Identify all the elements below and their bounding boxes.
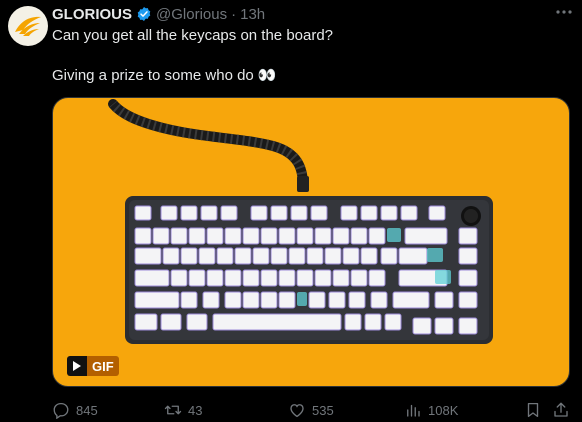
share-button[interactable] [552, 400, 570, 420]
views-icon [407, 404, 420, 417]
play-icon [67, 356, 87, 376]
share-icon [554, 402, 568, 417]
post-text-line-1: Can you get all the keycaps on the board… [52, 27, 334, 44]
post-text-line-2: Giving a prize to some who do 👀 [52, 67, 277, 84]
more-options-icon[interactable] [554, 4, 574, 20]
repost-icon [164, 405, 182, 415]
post-header: GLORIOUS @Glorious · 13h [52, 4, 574, 24]
reply-count: 845 [76, 402, 98, 418]
like-count: 535 [312, 402, 334, 418]
gif-badge[interactable]: GIF [67, 356, 119, 376]
views-count: 108K [428, 402, 459, 418]
post-time[interactable]: 13h [240, 6, 265, 23]
gif-label: GIF [87, 356, 119, 376]
post-media-gif[interactable]: GIF [52, 97, 570, 387]
action-bar: 845 43 535 108K [52, 400, 572, 420]
author-name[interactable]: GLORIOUS [52, 6, 132, 23]
author-handle[interactable]: @Glorious [156, 6, 227, 23]
bookmark-icon [527, 402, 539, 418]
reply-button[interactable]: 845 [52, 400, 98, 420]
like-button[interactable]: 535 [288, 400, 334, 420]
separator-dot: · [231, 5, 237, 23]
keyboard-image [108, 99, 493, 344]
views-button[interactable]: 108K [404, 400, 458, 420]
brand-logo-icon [15, 16, 41, 36]
bookmark-button[interactable] [524, 400, 542, 420]
repost-button[interactable]: 43 [164, 400, 202, 420]
repost-count: 43 [188, 402, 203, 418]
post-text: Can you get all the keycaps on the board… [52, 26, 562, 86]
avatar[interactable] [8, 6, 48, 46]
like-icon [290, 404, 304, 418]
reply-icon [53, 402, 69, 419]
verified-badge-icon [136, 6, 152, 22]
